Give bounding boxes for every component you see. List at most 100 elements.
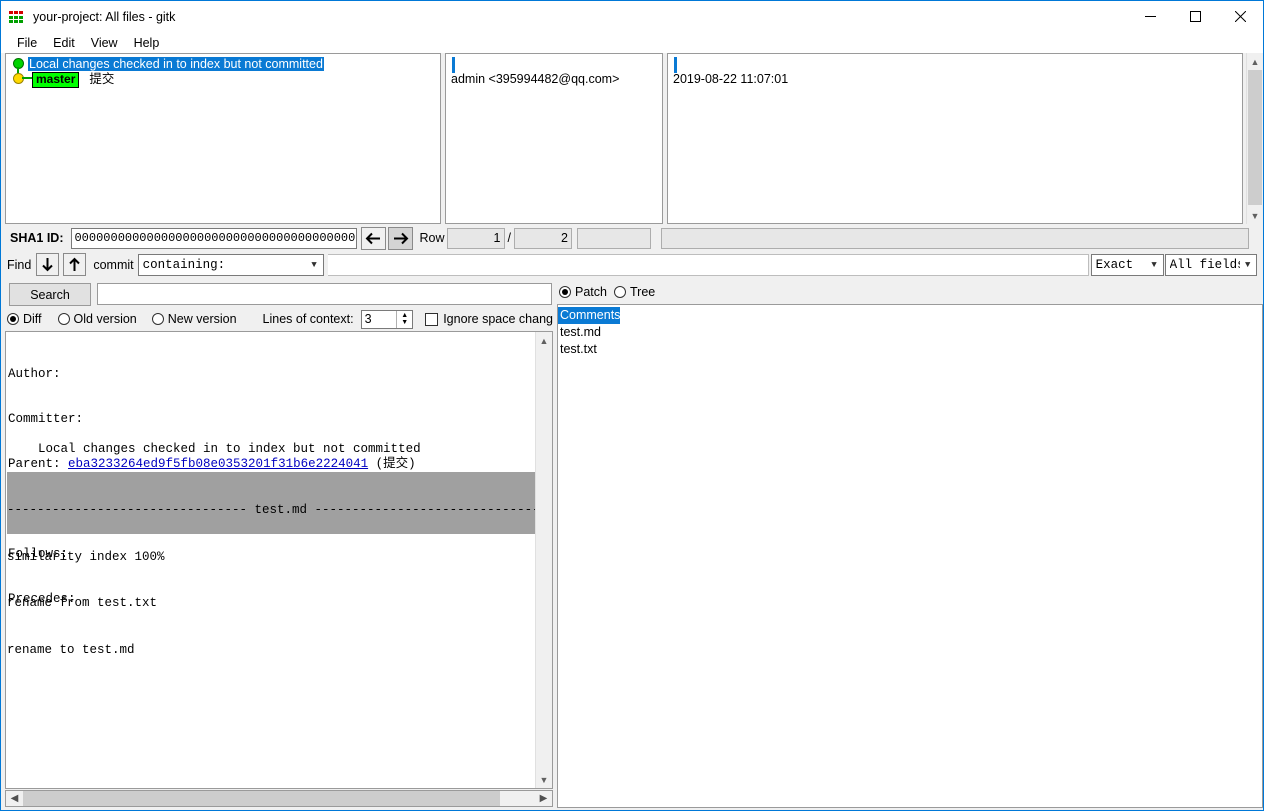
find-field-scope-select[interactable]: All fields ▼ [1164,253,1257,276]
scroll-up-button[interactable]: ▲ [536,332,552,349]
search-input[interactable] [97,283,552,305]
author-value: admin <395994482@qq.com> [451,72,620,86]
diff-pane-hscrollbar[interactable]: ◀ ▶ [5,790,553,807]
window-title: your-project: All files - gitk [33,9,176,24]
status-field [660,227,1249,249]
date-value: 2019-08-22 11:07:01 [673,72,789,86]
diff-committer-line: Committer: [8,412,84,426]
file-list-item-label: Comments [558,307,621,324]
sha1-label: SHA1 ID: [10,231,64,245]
maximize-icon [1190,11,1201,22]
file-list-item-label: test.txt [560,342,597,356]
chevron-down-icon: ▼ [311,259,317,270]
diff-mode-diff[interactable]: Diff [7,312,42,326]
author-pane[interactable]: admin <395994482@qq.com> [445,53,663,224]
radio-dot [57,313,70,325]
file-list-item-label: test.md [560,325,601,339]
branch-ref-badge: master [32,72,80,88]
column-cursor [452,57,455,73]
stepper-arrows-icon[interactable]: ▲ ▼ [396,310,412,328]
arrow-right-icon [394,232,409,244]
lines-of-context-label: Lines of context: [262,312,354,326]
diff-options-row: Diff Old version New version Lines of co… [1,308,553,330]
radio-dot [614,286,626,298]
ignore-space-change-label: Ignore space chang [443,312,553,326]
radio-dot [151,313,164,325]
close-button[interactable] [1218,1,1263,32]
menu-view[interactable]: View [83,34,126,52]
arrow-down-icon [42,258,54,272]
scrollbar-thumb[interactable] [1248,70,1262,205]
diff-pane-scrollbar[interactable]: ▲ ▼ [535,332,552,788]
column-cursor [674,57,677,73]
commit-list-scrollbar[interactable]: ▲ ▼ [1246,53,1263,224]
find-prev-button[interactable] [63,253,87,276]
diff-mode-new-version-label: New version [167,312,237,326]
find-query-input[interactable] [327,253,1089,276]
find-mode-value: containing: [142,257,226,272]
hscrollbar-thumb[interactable] [23,791,500,806]
find-match-type-select[interactable]: Exact ▼ [1090,253,1164,276]
view-mode-tree[interactable]: Tree [614,285,655,299]
file-list-item-test-md[interactable]: test.md [558,324,1262,341]
back-button[interactable] [361,226,387,250]
diff-file-block: -------------------------------- test.md… [7,472,552,657]
file-list-item-test-txt[interactable]: test.txt [558,341,1262,358]
close-icon [1235,11,1246,22]
diff-mode-new-version[interactable]: New version [151,312,237,326]
scroll-down-button[interactable]: ▼ [1247,207,1263,224]
row-current-value: 1 [446,227,505,249]
diff-text-pane[interactable]: Author: Committer: Parent: eba3233264ed9… [5,331,553,789]
parent-hash-link[interactable]: eba3233264ed9f5fb08e0353201f31b6e2224041 [68,457,368,471]
search-button[interactable]: Search [9,283,91,306]
commit-row-2[interactable]: master 提交 [32,72,114,88]
diff-mode-old-version-label: Old version [73,312,137,326]
view-mode-tree-label: Tree [630,285,656,299]
commit-graph-pane[interactable]: Local changes checked in to index but no… [5,53,441,224]
menu-file[interactable]: File [9,34,45,52]
graph-edge-horizontal [22,77,32,79]
lines-of-context-stepper[interactable]: 3 ▲ ▼ [360,309,414,329]
file-list-pane[interactable]: Comments test.md test.txt [557,304,1263,808]
checkbox-box [425,312,439,326]
menu-help[interactable]: Help [126,34,168,52]
ignore-space-change-checkbox[interactable]: Ignore space chang [425,312,553,326]
scroll-up-button[interactable]: ▲ [1247,53,1263,70]
find-mode-select[interactable]: containing: ▼ [137,253,324,276]
diff-rename-from-line: rename from test.txt [7,596,158,610]
find-match-type-value: Exact [1095,257,1134,272]
find-row: Find commit containing: ▼ Exact ▼ All fi… [1,252,1263,277]
scroll-down-button[interactable]: ▼ [536,771,552,788]
view-mode-patch[interactable]: Patch [559,285,607,299]
diff-mode-diff-label: Diff [23,312,42,326]
arrow-left-icon [366,232,381,244]
scroll-left-button[interactable]: ◀ [6,790,23,807]
commit-row-1[interactable]: Local changes checked in to index but no… [28,57,324,72]
forward-button[interactable] [388,226,414,250]
diff-mode-old-version[interactable]: Old version [57,312,137,326]
menu-edit[interactable]: Edit [45,34,83,52]
lines-of-context-value: 3 [364,312,372,326]
file-list: Comments test.md test.txt [558,305,1262,358]
minimize-icon [1145,16,1156,17]
gitk-dots-icon [9,9,25,25]
gitk-window: your-project: All files - gitk File Edit… [0,0,1264,811]
diff-similarity-line: similarity index 100% [7,549,165,564]
maximize-button[interactable] [1173,1,1218,32]
find-scope-label: commit [93,257,134,272]
find-next-button[interactable] [36,253,60,276]
row-extra-field [576,227,651,249]
menu-bar: File Edit View Help [1,32,1263,53]
diff-rename-to-line: rename to test.md [7,642,135,657]
sha1-input[interactable]: 0000000000000000000000000000000000000001 [71,227,358,249]
view-mode-patch-label: Patch [575,285,607,299]
chevron-down-icon: ▼ [1244,259,1251,270]
date-pane[interactable]: 2019-08-22 11:07:01 [667,53,1243,224]
row-total-value: 2 [513,227,572,249]
radio-dot [7,313,19,325]
minimize-button[interactable] [1128,1,1173,32]
scroll-right-button[interactable]: ▶ [535,790,552,807]
arrow-up-icon [69,257,81,271]
file-list-item-comments[interactable]: Comments [558,307,1262,324]
row-label: Row [419,231,445,245]
